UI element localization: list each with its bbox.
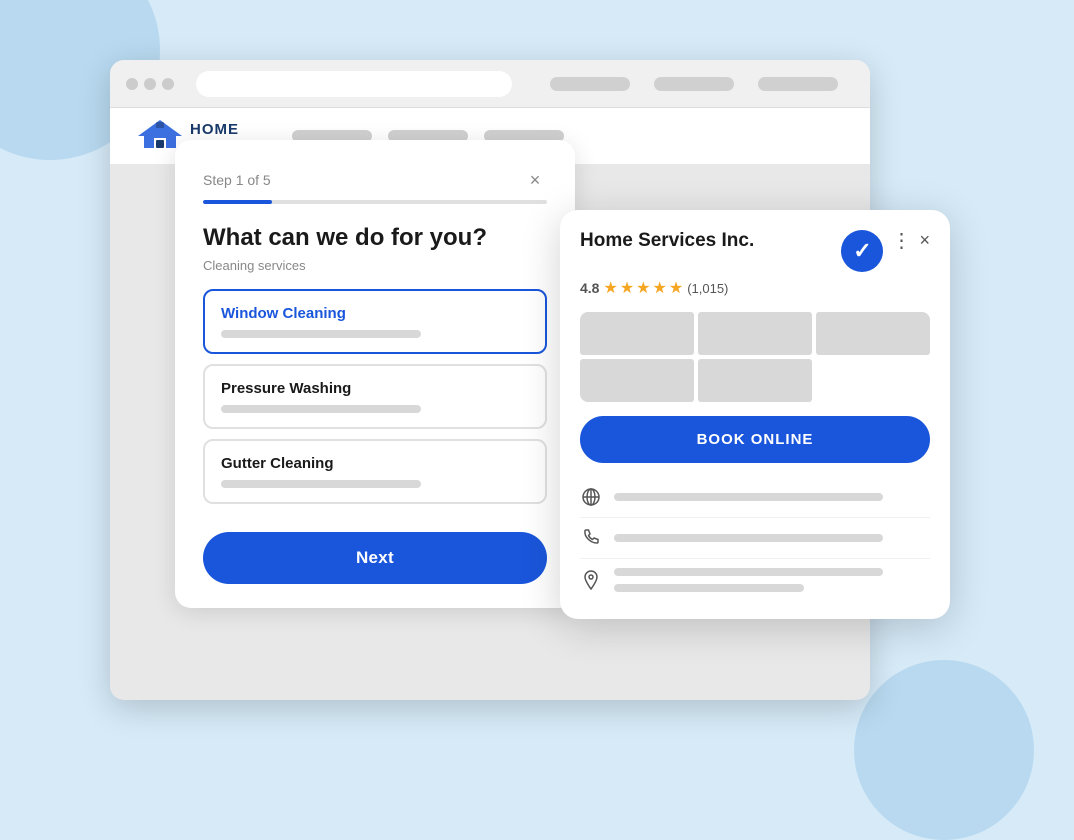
service-option-pressure-washing[interactable]: Pressure Washing xyxy=(203,364,547,429)
book-online-button[interactable]: BOOK ONLINE xyxy=(580,416,930,463)
bg-decoration-br xyxy=(854,660,1034,840)
browser-address-bar[interactable] xyxy=(196,71,512,97)
browser-dot-3 xyxy=(162,78,174,90)
biz-info-line-3b xyxy=(614,584,804,592)
biz-rating-score: 4.8 xyxy=(580,280,599,296)
nav-pill-2 xyxy=(654,77,734,91)
service-option-name: Gutter Cleaning xyxy=(221,455,529,472)
form-title: What can we do for you? xyxy=(203,224,547,252)
phone-icon xyxy=(580,527,602,549)
browser-nav-placeholder xyxy=(534,77,854,91)
step-header: Step 1 of 5 × xyxy=(203,168,547,192)
star-5-half: ★ xyxy=(669,278,683,298)
form-subtitle: Cleaning services xyxy=(203,258,547,273)
service-option-name: Window Cleaning xyxy=(221,305,529,322)
biz-close-button[interactable]: × xyxy=(919,230,930,251)
biz-info-phone-lines xyxy=(614,534,930,542)
biz-image-4 xyxy=(580,359,694,402)
location-pin-icon xyxy=(580,569,602,591)
star-4: ★ xyxy=(653,278,667,298)
browser-toolbar xyxy=(110,60,870,108)
service-option-gutter-cleaning[interactable]: Gutter Cleaning xyxy=(203,439,547,504)
next-button[interactable]: Next xyxy=(203,532,547,584)
browser-dots xyxy=(126,78,174,90)
biz-more-button[interactable]: ⋮ xyxy=(891,231,911,251)
biz-info-address-lines xyxy=(614,568,930,592)
nav-pill-3 xyxy=(758,77,838,91)
biz-info-line-1 xyxy=(614,493,883,501)
biz-image-1 xyxy=(580,312,694,355)
progress-bar-fill xyxy=(203,200,272,204)
verified-check-icon: ✓ xyxy=(853,238,871,264)
browser-dot-2 xyxy=(144,78,156,90)
browser-dot-1 xyxy=(126,78,138,90)
business-card: Home Services Inc. ✓ ⋮ × 4.8 ★ ★ ★ ★ ★ (… xyxy=(560,210,950,619)
biz-review-count: (1,015) xyxy=(687,281,728,296)
biz-header-actions: ⋮ × xyxy=(891,230,930,251)
biz-image-5 xyxy=(698,359,812,402)
service-option-window-cleaning[interactable]: Window Cleaning xyxy=(203,289,547,354)
service-option-bar xyxy=(221,480,421,488)
biz-rating: 4.8 ★ ★ ★ ★ ★ (1,015) xyxy=(580,278,930,298)
form-card: Step 1 of 5 × What can we do for you? Cl… xyxy=(175,140,575,608)
service-option-bar xyxy=(221,330,421,338)
biz-image-3 xyxy=(816,312,930,355)
nav-pill-1 xyxy=(550,77,630,91)
progress-bar-track xyxy=(203,200,547,204)
biz-info-row-website[interactable] xyxy=(580,477,930,518)
biz-info-line-3a xyxy=(614,568,883,576)
form-close-button[interactable]: × xyxy=(523,168,547,192)
star-1: ★ xyxy=(603,278,617,298)
biz-header: Home Services Inc. ✓ ⋮ × xyxy=(580,230,930,272)
biz-info-row-phone[interactable] xyxy=(580,518,930,559)
biz-info-row-address[interactable] xyxy=(580,559,930,601)
biz-stars: ★ ★ ★ ★ ★ xyxy=(603,278,683,298)
biz-info-website-lines xyxy=(614,493,930,501)
biz-verified-badge: ✓ xyxy=(841,230,883,272)
service-option-name: Pressure Washing xyxy=(221,380,529,397)
biz-image-2 xyxy=(698,312,812,355)
step-label: Step 1 of 5 xyxy=(203,172,271,188)
star-3: ★ xyxy=(636,278,650,298)
biz-name: Home Services Inc. xyxy=(580,230,831,252)
star-2: ★ xyxy=(620,278,634,298)
logo-home-text: HOME xyxy=(190,122,256,139)
service-option-bar xyxy=(221,405,421,413)
biz-image-grid xyxy=(580,312,930,402)
biz-info-line-2 xyxy=(614,534,883,542)
globe-icon xyxy=(580,486,602,508)
